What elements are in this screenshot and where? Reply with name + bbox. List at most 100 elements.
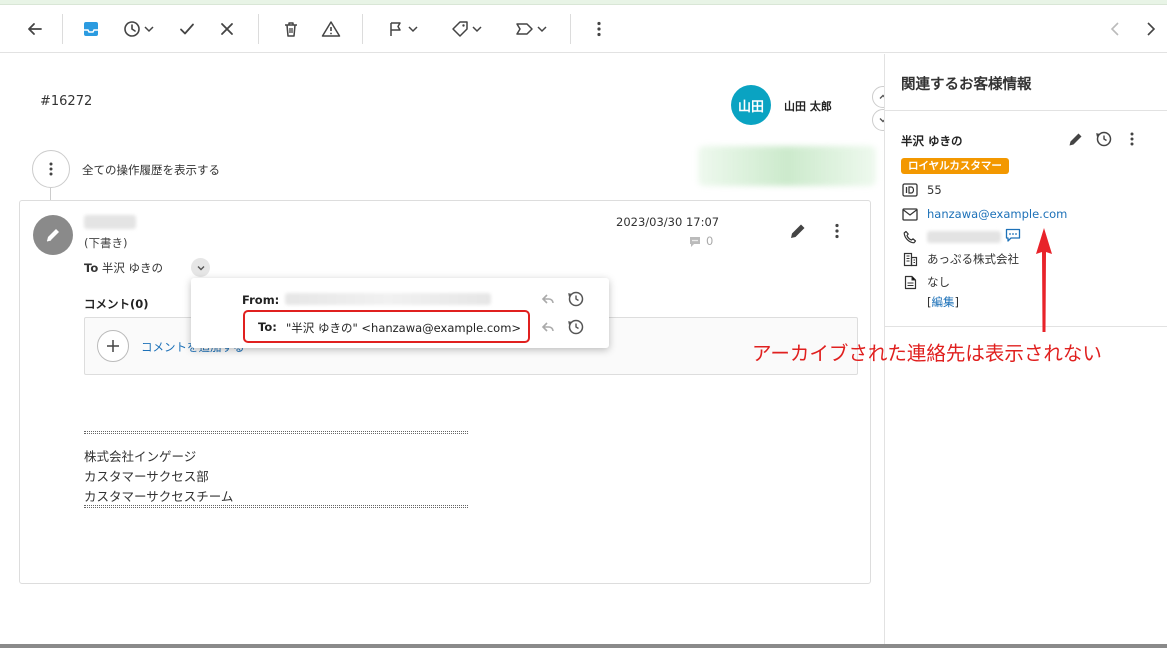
more-vertical-icon xyxy=(49,162,53,176)
customer-email-row: hanzawa@example.com xyxy=(901,205,1067,223)
chat-bubble-icon xyxy=(1005,228,1021,242)
reply-to-button[interactable] xyxy=(541,320,555,338)
back-button[interactable] xyxy=(20,5,50,53)
edit-draft-button[interactable] xyxy=(788,221,808,245)
reply-icon xyxy=(541,294,554,304)
customer-history-button[interactable] xyxy=(1095,130,1113,152)
chevron-down-icon xyxy=(144,26,154,33)
chevron-down-icon xyxy=(197,265,204,270)
trash-icon xyxy=(285,22,297,37)
customer-company: あっぷる株式会社 xyxy=(927,252,1019,266)
redacted-phone-number xyxy=(927,231,1001,243)
history-icon xyxy=(568,319,584,335)
building-icon xyxy=(901,252,919,267)
pencil-icon xyxy=(1069,133,1082,146)
done-button[interactable] xyxy=(172,5,202,53)
chevron-down-icon xyxy=(408,26,418,33)
phone-icon xyxy=(901,230,919,244)
annotation-text: アーカイブされた連絡先は表示されない xyxy=(752,342,1102,365)
customer-email-link[interactable]: hanzawa@example.com xyxy=(927,207,1067,221)
ticket-id: #16272 xyxy=(40,94,93,109)
redacted-sender-name xyxy=(84,215,136,229)
message-timestamp: 2023/03/30 17:07 xyxy=(616,215,720,229)
next-ticket-button[interactable] xyxy=(1138,5,1162,53)
customer-memo: なし xyxy=(927,275,950,289)
signature-line: 株式会社インゲージ xyxy=(84,449,197,464)
edit-link-label[interactable]: 編集 xyxy=(932,295,955,309)
chevron-down-icon xyxy=(537,26,547,33)
document-icon xyxy=(901,275,919,290)
loyal-customer-badge: ロイヤルカスタマー xyxy=(901,158,1009,174)
history-icon xyxy=(568,291,584,307)
recipient-name: 半沢 ゆきの xyxy=(101,261,164,275)
redacted-from-address xyxy=(285,293,491,305)
edit-customer-link[interactable]: [編集] xyxy=(927,294,959,310)
warning-icon xyxy=(321,21,341,37)
chat-bubble-icon xyxy=(690,236,700,247)
message-card: (下書き) To 半沢 ゆきの 2023/03/30 17:07 0 コメント(… xyxy=(19,200,871,584)
draft-status: (下書き) xyxy=(84,236,128,250)
toolbar-divider xyxy=(258,14,259,44)
inbox-icon xyxy=(84,22,98,36)
signature-rule xyxy=(84,505,468,508)
comment-heading: コメント(0) xyxy=(84,297,149,311)
arrow-left-icon xyxy=(28,23,42,35)
to-label: To xyxy=(84,261,99,275)
to-history-button[interactable] xyxy=(567,318,585,340)
delete-button[interactable] xyxy=(276,5,306,53)
customer-memo-row: なし xyxy=(901,273,950,291)
panel-divider xyxy=(885,110,1167,111)
inbox-button[interactable] xyxy=(76,5,106,53)
toolbar-divider xyxy=(362,14,363,44)
customer-company-row: あっぷる株式会社 xyxy=(901,250,1019,268)
recipient-line: To 半沢 ゆきの xyxy=(84,260,163,276)
spam-button[interactable] xyxy=(316,5,346,53)
message-more-button[interactable] xyxy=(834,222,840,244)
customer-id-row: 55 xyxy=(901,181,942,199)
assignee-name: 山田 太郎 xyxy=(784,100,832,113)
bottom-edge xyxy=(0,644,1167,648)
chevron-left-icon xyxy=(1110,22,1119,36)
signature-line: カスタマーサクセスチーム xyxy=(84,489,234,504)
from-history-button[interactable] xyxy=(567,290,585,312)
show-history-link[interactable]: 全ての操作履歴を表示する xyxy=(82,162,220,178)
sms-button[interactable] xyxy=(1005,228,1021,246)
panel-divider xyxy=(885,326,1167,327)
more-vertical-icon xyxy=(597,21,601,37)
redacted-status-bar xyxy=(698,146,876,186)
assignee-avatar[interactable]: 山田 xyxy=(731,85,771,125)
tag-icon xyxy=(452,21,468,37)
label-icon xyxy=(516,23,533,35)
check-icon xyxy=(180,23,194,35)
toolbar-divider xyxy=(62,14,63,44)
reply-icon xyxy=(541,322,554,332)
comment-count-value: 0 xyxy=(706,234,714,248)
flag-icon xyxy=(390,22,401,36)
draft-avatar xyxy=(33,215,73,255)
address-popover: From: To: "半沢 ゆきの" <hanzawa@example.com> xyxy=(191,278,609,348)
customer-phone-row xyxy=(901,228,1021,246)
flag-button[interactable] xyxy=(382,5,424,53)
to-address: "半沢 ゆきの" <hanzawa@example.com> xyxy=(286,321,522,335)
add-comment-button[interactable] xyxy=(97,330,129,362)
chevron-right-icon xyxy=(1147,22,1156,36)
prev-ticket-button[interactable] xyxy=(1104,5,1128,53)
more-menu-button[interactable] xyxy=(586,5,612,53)
edit-customer-button[interactable] xyxy=(1067,130,1085,152)
close-icon xyxy=(221,23,233,35)
reply-from-button[interactable] xyxy=(541,292,555,310)
snooze-button[interactable] xyxy=(118,5,160,53)
clock-icon xyxy=(124,21,140,37)
history-toggle-button[interactable] xyxy=(32,150,70,188)
recipient-expand-button[interactable] xyxy=(191,258,210,277)
close-ticket-button[interactable] xyxy=(212,5,242,53)
label-button[interactable] xyxy=(510,5,552,53)
toolbar xyxy=(0,5,1167,53)
tag-button[interactable] xyxy=(446,5,488,53)
customer-more-button[interactable] xyxy=(1129,131,1135,151)
more-vertical-icon xyxy=(835,223,839,239)
edit-bracket-close: ] xyxy=(954,295,960,309)
to-label: To: xyxy=(258,320,277,334)
plus-icon xyxy=(107,340,119,352)
chevron-down-icon xyxy=(472,26,482,33)
